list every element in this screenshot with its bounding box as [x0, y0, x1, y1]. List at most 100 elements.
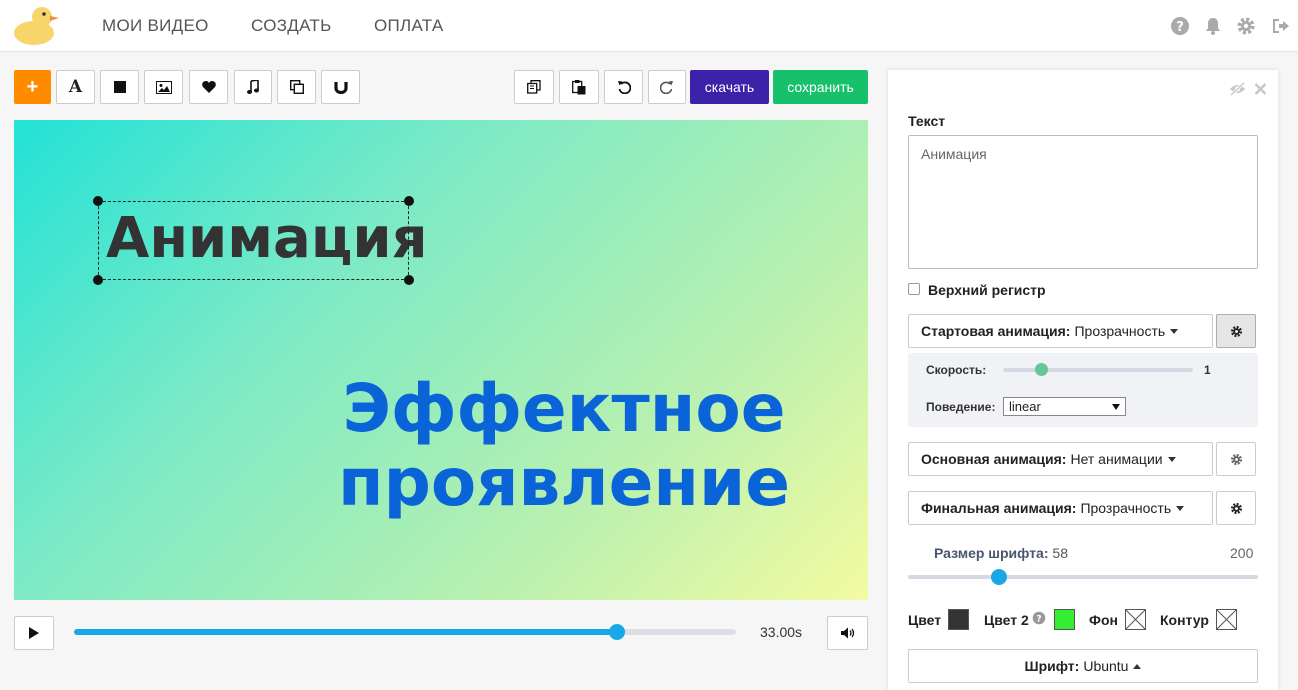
- outline-swatch[interactable]: [1216, 609, 1237, 630]
- behavior-select-value: linear: [1009, 399, 1041, 414]
- start-animation-value: Прозрачность: [1074, 323, 1166, 339]
- svg-text:?: ?: [1036, 615, 1041, 625]
- font-size-label: Размер шрифта:: [934, 545, 1049, 561]
- timeline-progress: [74, 629, 617, 635]
- resize-handle-bottom-right[interactable]: [404, 275, 414, 285]
- bell-icon[interactable]: [1203, 16, 1223, 36]
- nav-create[interactable]: СОЗДАТЬ: [251, 16, 332, 36]
- snap-button[interactable]: [321, 70, 360, 104]
- background-label: Фон: [1089, 612, 1118, 628]
- final-animation-dropdown[interactable]: Финальная анимация: Прозрачность: [908, 491, 1213, 525]
- add-button[interactable]: +: [14, 70, 51, 104]
- copy-icon: [289, 80, 304, 94]
- outline-label: Контур: [1160, 612, 1209, 628]
- magnet-icon: [333, 82, 348, 94]
- selection-box[interactable]: [93, 196, 414, 285]
- final-animation-value: Прозрачность: [1080, 500, 1172, 516]
- gear-icon: [1230, 325, 1242, 337]
- behavior-select[interactable]: linear: [1003, 397, 1126, 416]
- font-size-row: Размер шрифта: 58: [934, 545, 1068, 561]
- background-swatch[interactable]: [1125, 609, 1146, 630]
- color2-swatch[interactable]: [1054, 609, 1075, 630]
- current-time: 33.00s: [760, 624, 803, 640]
- add-shape-button[interactable]: [100, 70, 139, 104]
- no-color-icon: [1125, 609, 1146, 630]
- main-animation-dropdown[interactable]: Основная анимация: Нет анимации: [908, 442, 1213, 476]
- heart-icon: [201, 81, 216, 93]
- caret-up-icon: [1133, 663, 1142, 669]
- speed-slider-knob[interactable]: [1035, 363, 1048, 376]
- font-value: Ubuntu: [1083, 658, 1129, 674]
- color-label: Цвет: [908, 612, 942, 628]
- font-size-value: 58: [1052, 545, 1068, 561]
- uppercase-checkbox[interactable]: [908, 283, 920, 295]
- eye-slash-icon[interactable]: [1229, 81, 1246, 101]
- effect-text-line-1: Эффектное: [342, 370, 786, 447]
- add-text-button[interactable]: A: [56, 70, 95, 104]
- uppercase-label: Верхний регистр: [928, 282, 1046, 298]
- final-animation-settings-button[interactable]: [1216, 491, 1256, 525]
- play-button[interactable]: [14, 616, 54, 650]
- gear-icon[interactable]: [1236, 16, 1256, 36]
- video-canvas[interactable]: Анимация Эффектное проявление: [14, 120, 868, 600]
- download-button[interactable]: скачать: [690, 70, 769, 104]
- caret-down-icon: [1176, 505, 1185, 511]
- copy-style-button[interactable]: [514, 70, 554, 104]
- font-label: Шрифт:: [1024, 658, 1080, 674]
- top-nav: МОИ ВИДЕО СОЗДАТЬ ОПЛАТА ?: [0, 0, 1298, 52]
- undo-icon: [617, 81, 631, 94]
- color-swatch[interactable]: [948, 609, 969, 630]
- text-label: Текст: [908, 113, 946, 129]
- duck-logo[interactable]: [12, 4, 60, 46]
- add-music-button[interactable]: [234, 70, 272, 104]
- volume-icon: [840, 627, 854, 639]
- timeline-slider[interactable]: [74, 624, 736, 640]
- add-image-button[interactable]: [144, 70, 183, 104]
- music-note-icon: [247, 80, 259, 94]
- behavior-label: Поведение:: [926, 400, 996, 414]
- properties-panel: Текст Анимация Верхний регистр Стартовая…: [888, 70, 1278, 690]
- font-dropdown[interactable]: Шрифт: Ubuntu: [908, 649, 1258, 683]
- font-size-slider[interactable]: [908, 569, 1258, 585]
- add-sticker-button[interactable]: [189, 70, 228, 104]
- timeline-knob[interactable]: [608, 624, 625, 640]
- dropdown-arrow-icon: [1112, 404, 1120, 410]
- speed-value: 1: [1204, 363, 1211, 377]
- close-icon[interactable]: [1254, 82, 1267, 101]
- main-animation-value: Нет анимации: [1070, 451, 1163, 467]
- effect-text-line-2: проявление: [337, 444, 791, 521]
- speed-label: Скорость:: [926, 363, 987, 377]
- start-animation-settings-button[interactable]: [1216, 314, 1256, 348]
- help-icon[interactable]: ?: [1170, 16, 1190, 36]
- resize-handle-top-left[interactable]: [93, 196, 103, 206]
- canvas-effect-text[interactable]: Эффектное проявление: [334, 372, 794, 520]
- main-animation-settings-button[interactable]: [1216, 442, 1256, 476]
- redo-button[interactable]: [648, 70, 686, 104]
- resize-handle-top-right[interactable]: [404, 196, 414, 206]
- square-icon: [113, 81, 126, 93]
- save-button[interactable]: сохранить: [773, 70, 868, 104]
- duplicate-button[interactable]: [277, 70, 316, 104]
- color2-label: Цвет 2: [984, 612, 1029, 628]
- undo-button[interactable]: [604, 70, 643, 104]
- font-size-slider-knob[interactable]: [991, 569, 1007, 585]
- redo-icon: [660, 81, 673, 94]
- speed-slider[interactable]: [1003, 363, 1193, 376]
- caret-down-icon: [1170, 328, 1179, 334]
- caret-down-icon: [1167, 456, 1176, 462]
- start-animation-dropdown[interactable]: Стартовая анимация: Прозрачность: [908, 314, 1213, 348]
- paste-style-button[interactable]: [559, 70, 599, 104]
- nav-my-videos[interactable]: МОИ ВИДЕО: [102, 16, 209, 36]
- help-icon[interactable]: ?: [1032, 611, 1046, 630]
- volume-button[interactable]: [827, 616, 868, 650]
- final-animation-label: Финальная анимация:: [921, 500, 1077, 516]
- nav-payment[interactable]: ОПЛАТА: [374, 16, 444, 36]
- logout-icon[interactable]: [1270, 16, 1290, 36]
- main-animation-label: Основная анимация:: [921, 451, 1067, 467]
- resize-handle-bottom-left[interactable]: [93, 275, 103, 285]
- svg-text:?: ?: [1176, 20, 1184, 35]
- no-color-icon: [1216, 609, 1237, 630]
- copy-style-icon: [527, 80, 541, 94]
- text-input[interactable]: Анимация: [908, 135, 1258, 269]
- start-animation-label: Стартовая анимация:: [921, 323, 1071, 339]
